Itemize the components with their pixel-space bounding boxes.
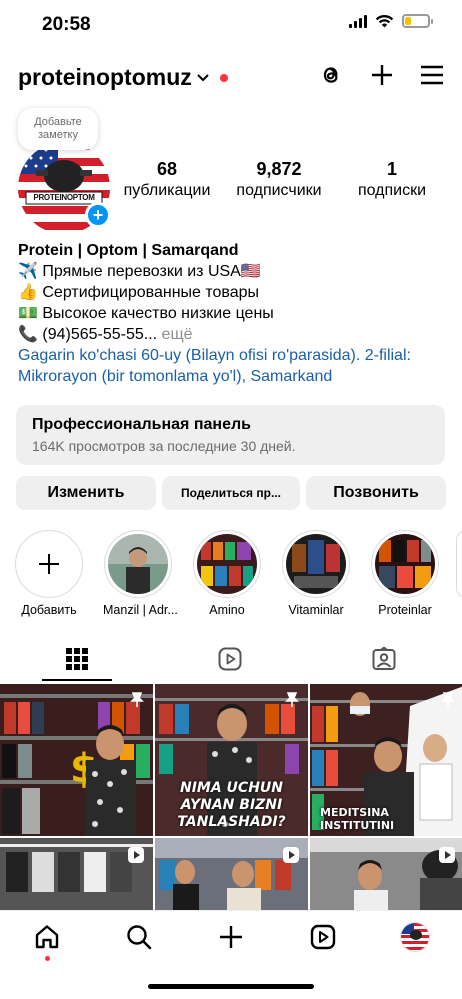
- battery-level: [405, 17, 411, 25]
- followers-count[interactable]: 9,872 подписчики: [224, 159, 334, 200]
- wifi-icon: [375, 14, 394, 28]
- thumbs-up-icon: 👍: [18, 284, 38, 301]
- pinned-icon: [285, 692, 299, 707]
- cellular-signal-icon: [349, 14, 367, 28]
- posts-count[interactable]: 68 публикации: [118, 159, 216, 200]
- reel-icon: [128, 847, 144, 863]
- status-icons: [349, 14, 433, 28]
- highlight-vitaminlar[interactable]: Vitaminlar: [281, 530, 351, 617]
- highlight-add[interactable]: Добавить: [14, 530, 84, 617]
- home-notification-dot: [45, 956, 50, 961]
- add-note-bubble[interactable]: Добавьте заметку: [18, 108, 98, 150]
- reels-nav-icon[interactable]: [310, 924, 336, 950]
- plus-icon[interactable]: [370, 63, 394, 87]
- home-indicator: [148, 984, 314, 989]
- highlight-partial[interactable]: [456, 530, 462, 598]
- highlight-label: Proteinlar: [378, 603, 432, 617]
- chevron-down-icon: [197, 73, 209, 81]
- bio-line-2: 👍 Сертифицированные товары: [18, 284, 260, 301]
- grid-icon[interactable]: [66, 648, 88, 670]
- notification-dot: [219, 73, 228, 82]
- highlight-label: Manzil | Adr...: [103, 603, 178, 617]
- home-icon[interactable]: [34, 924, 60, 950]
- bio-phone-line: 📞 (94)565-55-55... ещё: [18, 326, 193, 343]
- reel-icon: [439, 847, 455, 863]
- account-switcher[interactable]: proteinoptomuz: [18, 64, 228, 91]
- pinned-icon: [441, 692, 455, 707]
- bio-name: Protein | Optom | Samarqand: [18, 242, 239, 259]
- phone-icon: 📞: [18, 326, 38, 343]
- active-tab-indicator: [42, 679, 112, 681]
- us-flag-icon: 🇺🇸: [240, 263, 261, 280]
- posts-grid: $ NIMA UCHUN AYNAN BIZNI TANLASHADI? MED…: [0, 684, 462, 912]
- post-thumbnail[interactable]: [310, 838, 462, 912]
- post-thumbnail[interactable]: [0, 838, 153, 912]
- avatar-logo-text: PROTEINOPTOM: [33, 193, 95, 202]
- share-profile-button[interactable]: Поделиться пр...: [162, 476, 300, 510]
- post-thumbnail[interactable]: NIMA UCHUN AYNAN BIZNI TANLASHADI?: [155, 684, 308, 836]
- username-label: proteinoptomuz: [18, 64, 192, 90]
- create-post-icon[interactable]: [219, 925, 243, 949]
- bio: Protein | Optom | Samarqand ✈️ Прямые пе…: [18, 240, 448, 387]
- following-count[interactable]: 1 подписки: [346, 159, 438, 200]
- threads-icon[interactable]: [318, 62, 344, 88]
- reel-icon: [283, 847, 299, 863]
- highlight-label: Vitaminlar: [288, 603, 344, 617]
- pinned-icon: [130, 692, 144, 707]
- bio-line-3: 💵 Высокое качество низкие цены: [18, 305, 274, 322]
- tagged-icon[interactable]: [372, 647, 396, 671]
- edit-profile-button[interactable]: Изменить: [16, 476, 156, 510]
- reels-icon[interactable]: [218, 647, 242, 671]
- highlight-proteinlar[interactable]: Proteinlar: [370, 530, 440, 617]
- highlight-manzil[interactable]: Manzil | Adr...: [103, 530, 178, 617]
- highlight-label: Amino: [209, 603, 245, 617]
- battery-icon: [402, 14, 433, 28]
- bio-line-1: ✈️ Прямые перевозки из USA🇺🇸: [18, 263, 261, 280]
- plus-icon: [39, 554, 59, 574]
- post-thumbnail[interactable]: [155, 838, 308, 912]
- dashboard-subtitle: 164K просмотров за последние 30 дней.: [32, 438, 296, 454]
- status-time: 20:58: [42, 14, 91, 35]
- search-icon[interactable]: [126, 924, 152, 950]
- post-thumbnail[interactable]: MEDITSINA INSTITUTINI: [310, 684, 462, 836]
- add-story-button[interactable]: +: [85, 202, 111, 228]
- menu-icon[interactable]: [420, 64, 444, 86]
- post-thumbnail[interactable]: $: [0, 684, 153, 836]
- bio-more-link[interactable]: ещё: [157, 326, 193, 343]
- post-caption-overlay: NIMA UCHUN AYNAN BIZNI TANLASHADI?: [177, 780, 286, 830]
- dashboard-title: Профессиональная панель: [32, 416, 251, 433]
- header-actions: [318, 62, 444, 88]
- bio-address-link[interactable]: Gagarin ko'chasi 60-uy (Bilayn ofisi ro'…: [18, 345, 448, 387]
- airplane-icon: ✈️: [18, 263, 38, 280]
- profile-nav-avatar[interactable]: [400, 922, 430, 952]
- highlight-label: Добавить: [21, 603, 77, 617]
- money-icon: 💵: [18, 305, 38, 322]
- post-caption-overlay: MEDITSINA INSTITUTINI: [320, 806, 395, 832]
- call-button[interactable]: Позвонить: [306, 476, 446, 510]
- highlight-amino[interactable]: Amino: [192, 530, 262, 617]
- professional-dashboard[interactable]: Профессиональная панель 164K просмотров …: [16, 405, 445, 465]
